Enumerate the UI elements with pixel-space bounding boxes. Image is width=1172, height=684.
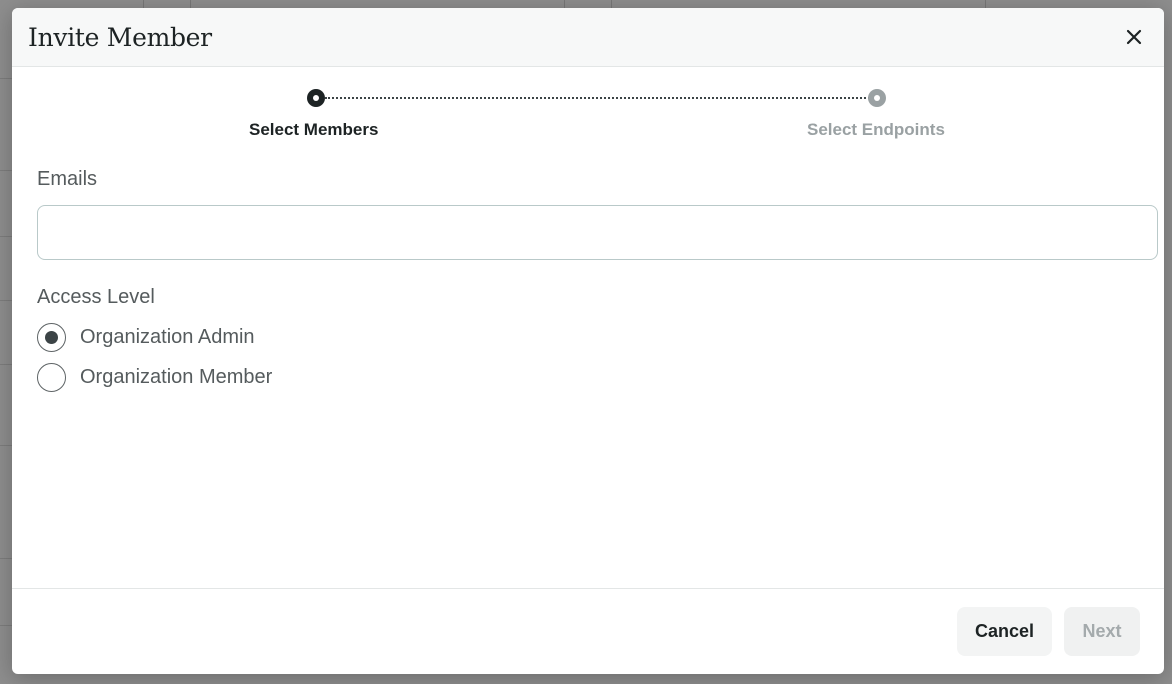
access-level-label: Access Level bbox=[37, 286, 155, 308]
step-indicator-select-members bbox=[307, 89, 325, 107]
dialog-header: Invite Member bbox=[12, 8, 1164, 67]
close-icon bbox=[1126, 29, 1142, 45]
radio-button-unchecked[interactable] bbox=[37, 363, 66, 392]
radio-selected-dot bbox=[45, 331, 58, 344]
radio-option-organization-admin[interactable]: Organization Admin bbox=[37, 323, 255, 352]
step-indicator-select-endpoints bbox=[868, 89, 886, 107]
invite-member-dialog: Invite Member Select Members Select Endp… bbox=[12, 8, 1164, 674]
dialog-title: Invite Member bbox=[28, 22, 212, 52]
cancel-button[interactable]: Cancel bbox=[957, 607, 1052, 656]
step-label-select-members: Select Members bbox=[249, 120, 379, 139]
radio-label-organization-admin: Organization Admin bbox=[80, 326, 255, 348]
next-button[interactable]: Next bbox=[1064, 607, 1140, 656]
emails-label: Emails bbox=[37, 168, 98, 190]
radio-option-organization-member[interactable]: Organization Member bbox=[37, 363, 272, 392]
emails-input[interactable] bbox=[37, 205, 1158, 260]
radio-button-checked[interactable] bbox=[37, 323, 66, 352]
step-label-select-endpoints: Select Endpoints bbox=[807, 120, 945, 139]
dialog-footer: Cancel Next bbox=[12, 588, 1164, 674]
stepper-connector bbox=[325, 97, 873, 99]
close-button[interactable] bbox=[1120, 23, 1148, 51]
radio-label-organization-member: Organization Member bbox=[80, 366, 273, 388]
